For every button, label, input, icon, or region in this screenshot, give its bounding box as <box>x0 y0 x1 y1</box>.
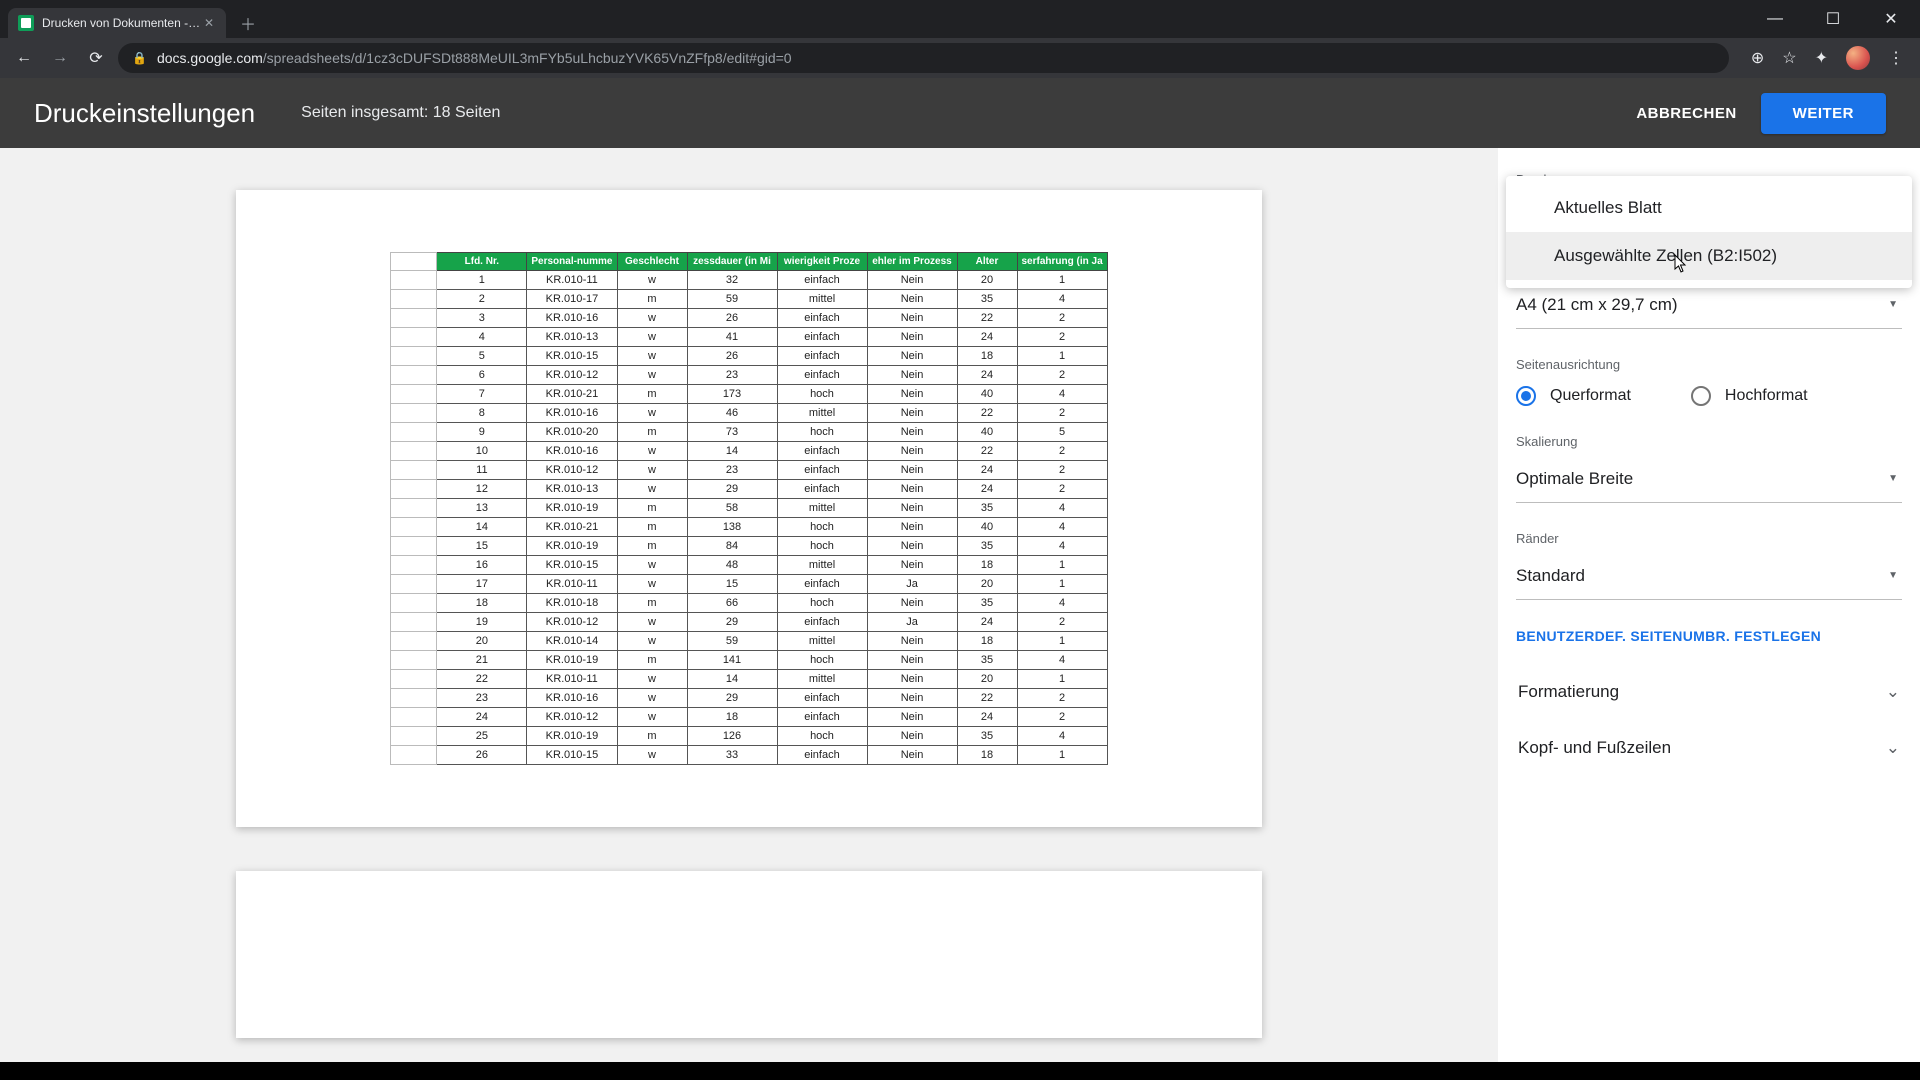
titlebar: Drucken von Dokumenten - Goo ✕ ＋ ― ☐ ✕ <box>0 0 1920 38</box>
minimize-icon[interactable]: ― <box>1746 0 1804 38</box>
dropdown-option-selected-cells[interactable]: Ausgewählte Zellen (B2:I502) <box>1506 232 1912 280</box>
cancel-button[interactable]: ABBRECHEN <box>1636 105 1736 122</box>
chevron-down-icon: ▼ <box>1888 299 1898 310</box>
page-title: Druckeinstellungen <box>34 98 255 129</box>
table-row: 13KR.010-19m58mittelNein354 <box>391 499 1107 518</box>
print-target-dropdown[interactable]: Aktuelles Blatt Ausgewählte Zellen (B2:I… <box>1506 176 1912 288</box>
table-row: 19KR.010-12w29einfachJa242 <box>391 613 1107 632</box>
table-row: 4KR.010-13w41einfachNein242 <box>391 328 1107 347</box>
new-tab-button[interactable]: ＋ <box>240 11 256 35</box>
table-header: zessdauer (in Mi <box>687 253 777 271</box>
table-row: 9KR.010-20m73hochNein405 <box>391 423 1107 442</box>
table-row: 2KR.010-17m59mittelNein354 <box>391 290 1107 309</box>
taskbar <box>0 1062 1920 1080</box>
headers-footers-label: Kopf- und Fußzeilen <box>1518 738 1671 758</box>
url-path: /spreadsheets/d/1cz3cDUFSDt888MeUIL3mFYb… <box>263 50 792 66</box>
table-row: 11KR.010-12w23einfachNein242 <box>391 461 1107 480</box>
sheets-favicon <box>18 15 34 31</box>
url-host: docs.google.com <box>157 50 263 66</box>
preview-page-2 <box>236 871 1262 1038</box>
bookmark-icon[interactable]: ☆ <box>1782 48 1796 68</box>
table-row: 12KR.010-13w29einfachNein242 <box>391 480 1107 499</box>
margins-label: Ränder <box>1516 531 1902 546</box>
table-row: 23KR.010-16w29einfachNein222 <box>391 689 1107 708</box>
orientation-label: Seitenausrichtung <box>1516 357 1902 372</box>
paper-size-value: A4 (21 cm x 29,7 cm) <box>1516 295 1678 315</box>
table-row: 26KR.010-15w33einfachNein181 <box>391 746 1107 765</box>
preview-table: Lfd. Nr.Personal-nummeGeschlechtzessdaue… <box>390 252 1107 765</box>
margins-value: Standard <box>1516 566 1585 586</box>
window-controls: ― ☐ ✕ <box>1746 0 1920 38</box>
headers-footers-expander[interactable]: Kopf- und Fußzeilen ⌄ <box>1516 720 1902 776</box>
print-preview-pane[interactable]: Lfd. Nr.Personal-nummeGeschlechtzessdaue… <box>0 148 1498 1080</box>
table-header: Alter <box>957 253 1017 271</box>
chevron-down-icon: ▼ <box>1888 473 1898 484</box>
table-row: 1KR.010-11w32einfachNein201 <box>391 271 1107 290</box>
preview-page-1: Lfd. Nr.Personal-nummeGeschlechtzessdaue… <box>236 190 1262 827</box>
table-row: 8KR.010-16w46mittelNein222 <box>391 404 1107 423</box>
tab-title: Drucken von Dokumenten - Goo <box>42 16 202 30</box>
table-row: 6KR.010-12w23einfachNein242 <box>391 366 1107 385</box>
table-header: Lfd. Nr. <box>437 253 527 271</box>
table-header: wierigkeit Proze <box>777 253 867 271</box>
lock-icon: 🔒 <box>132 51 147 65</box>
content-area: Lfd. Nr.Personal-nummeGeschlechtzessdaue… <box>0 148 1920 1080</box>
table-row: 20KR.010-14w59mittelNein181 <box>391 632 1107 651</box>
table-row: 22KR.010-11w14mittelNein201 <box>391 670 1107 689</box>
paper-size-select[interactable]: A4 (21 cm x 29,7 cm) ▼ <box>1516 281 1902 329</box>
close-tab-icon[interactable]: ✕ <box>202 14 216 32</box>
radio-unselected-icon <box>1691 386 1711 406</box>
orientation-portrait-radio[interactable]: Hochformat <box>1691 386 1808 406</box>
reload-button[interactable]: ⟳ <box>82 44 110 72</box>
extensions-icon[interactable]: ✦ <box>1815 48 1828 68</box>
address-bar[interactable]: 🔒 docs.google.com/spreadsheets/d/1cz3cDU… <box>118 43 1729 73</box>
table-header: Geschlecht <box>617 253 687 271</box>
table-row: 25KR.010-19m126hochNein354 <box>391 727 1107 746</box>
orientation-landscape-label: Querformat <box>1550 387 1631 405</box>
table-row: 15KR.010-19m84hochNein354 <box>391 537 1107 556</box>
url-bar: ← → ⟳ 🔒 docs.google.com/spreadsheets/d/1… <box>0 38 1920 78</box>
page-count-summary: Seiten insgesamt: 18 Seiten <box>301 104 500 122</box>
profile-avatar[interactable] <box>1846 46 1870 70</box>
table-row: 3KR.010-16w26einfachNein222 <box>391 309 1107 328</box>
orientation-landscape-radio[interactable]: Querformat <box>1516 386 1631 406</box>
table-row: 5KR.010-15w26einfachNein181 <box>391 347 1107 366</box>
table-row: 24KR.010-12w18einfachNein242 <box>391 708 1107 727</box>
table-header: Personal-numme <box>527 253 617 271</box>
chevron-down-icon: ▼ <box>1888 570 1898 581</box>
close-window-icon[interactable]: ✕ <box>1862 0 1920 38</box>
chevron-down-icon: ⌄ <box>1886 738 1900 758</box>
table-row: 21KR.010-19m141hochNein354 <box>391 651 1107 670</box>
scaling-select[interactable]: Optimale Breite ▼ <box>1516 455 1902 503</box>
print-sidebar: Aktuelles Blatt Ausgewählte Zellen (B2:I… <box>1498 148 1920 1080</box>
table-row: 16KR.010-15w48mittelNein181 <box>391 556 1107 575</box>
browser-tab[interactable]: Drucken von Dokumenten - Goo ✕ <box>8 8 226 38</box>
table-row: 7KR.010-21m173hochNein404 <box>391 385 1107 404</box>
margins-select[interactable]: Standard ▼ <box>1516 552 1902 600</box>
table-header: ehler im Prozess <box>867 253 957 271</box>
scaling-label: Skalierung <box>1516 434 1902 449</box>
formatting-expander[interactable]: Formatierung ⌄ <box>1516 664 1902 720</box>
table-row: 17KR.010-11w15einfachJa201 <box>391 575 1107 594</box>
print-settings-header: Druckeinstellungen Seiten insgesamt: 18 … <box>0 78 1920 148</box>
formatting-label: Formatierung <box>1518 682 1619 702</box>
chevron-down-icon: ⌄ <box>1886 682 1900 702</box>
zoom-icon[interactable]: ⊕ <box>1751 48 1764 68</box>
maximize-icon[interactable]: ☐ <box>1804 0 1862 38</box>
table-row: 14KR.010-21m138hochNein404 <box>391 518 1107 537</box>
menu-icon[interactable]: ⋮ <box>1888 48 1904 68</box>
dropdown-option-current-sheet[interactable]: Aktuelles Blatt <box>1506 184 1912 232</box>
table-header: serfahrung (in Ja <box>1017 253 1107 271</box>
back-button[interactable]: ← <box>10 44 38 72</box>
table-row: 18KR.010-18m66hochNein354 <box>391 594 1107 613</box>
forward-button[interactable]: → <box>46 44 74 72</box>
radio-selected-icon <box>1516 386 1536 406</box>
scaling-value: Optimale Breite <box>1516 469 1633 489</box>
table-row: 10KR.010-16w14einfachNein222 <box>391 442 1107 461</box>
next-button[interactable]: WEITER <box>1761 93 1886 134</box>
custom-page-breaks-link[interactable]: BENUTZERDEF. SEITENUMBR. FESTLEGEN <box>1516 628 1902 644</box>
orientation-portrait-label: Hochformat <box>1725 387 1808 405</box>
